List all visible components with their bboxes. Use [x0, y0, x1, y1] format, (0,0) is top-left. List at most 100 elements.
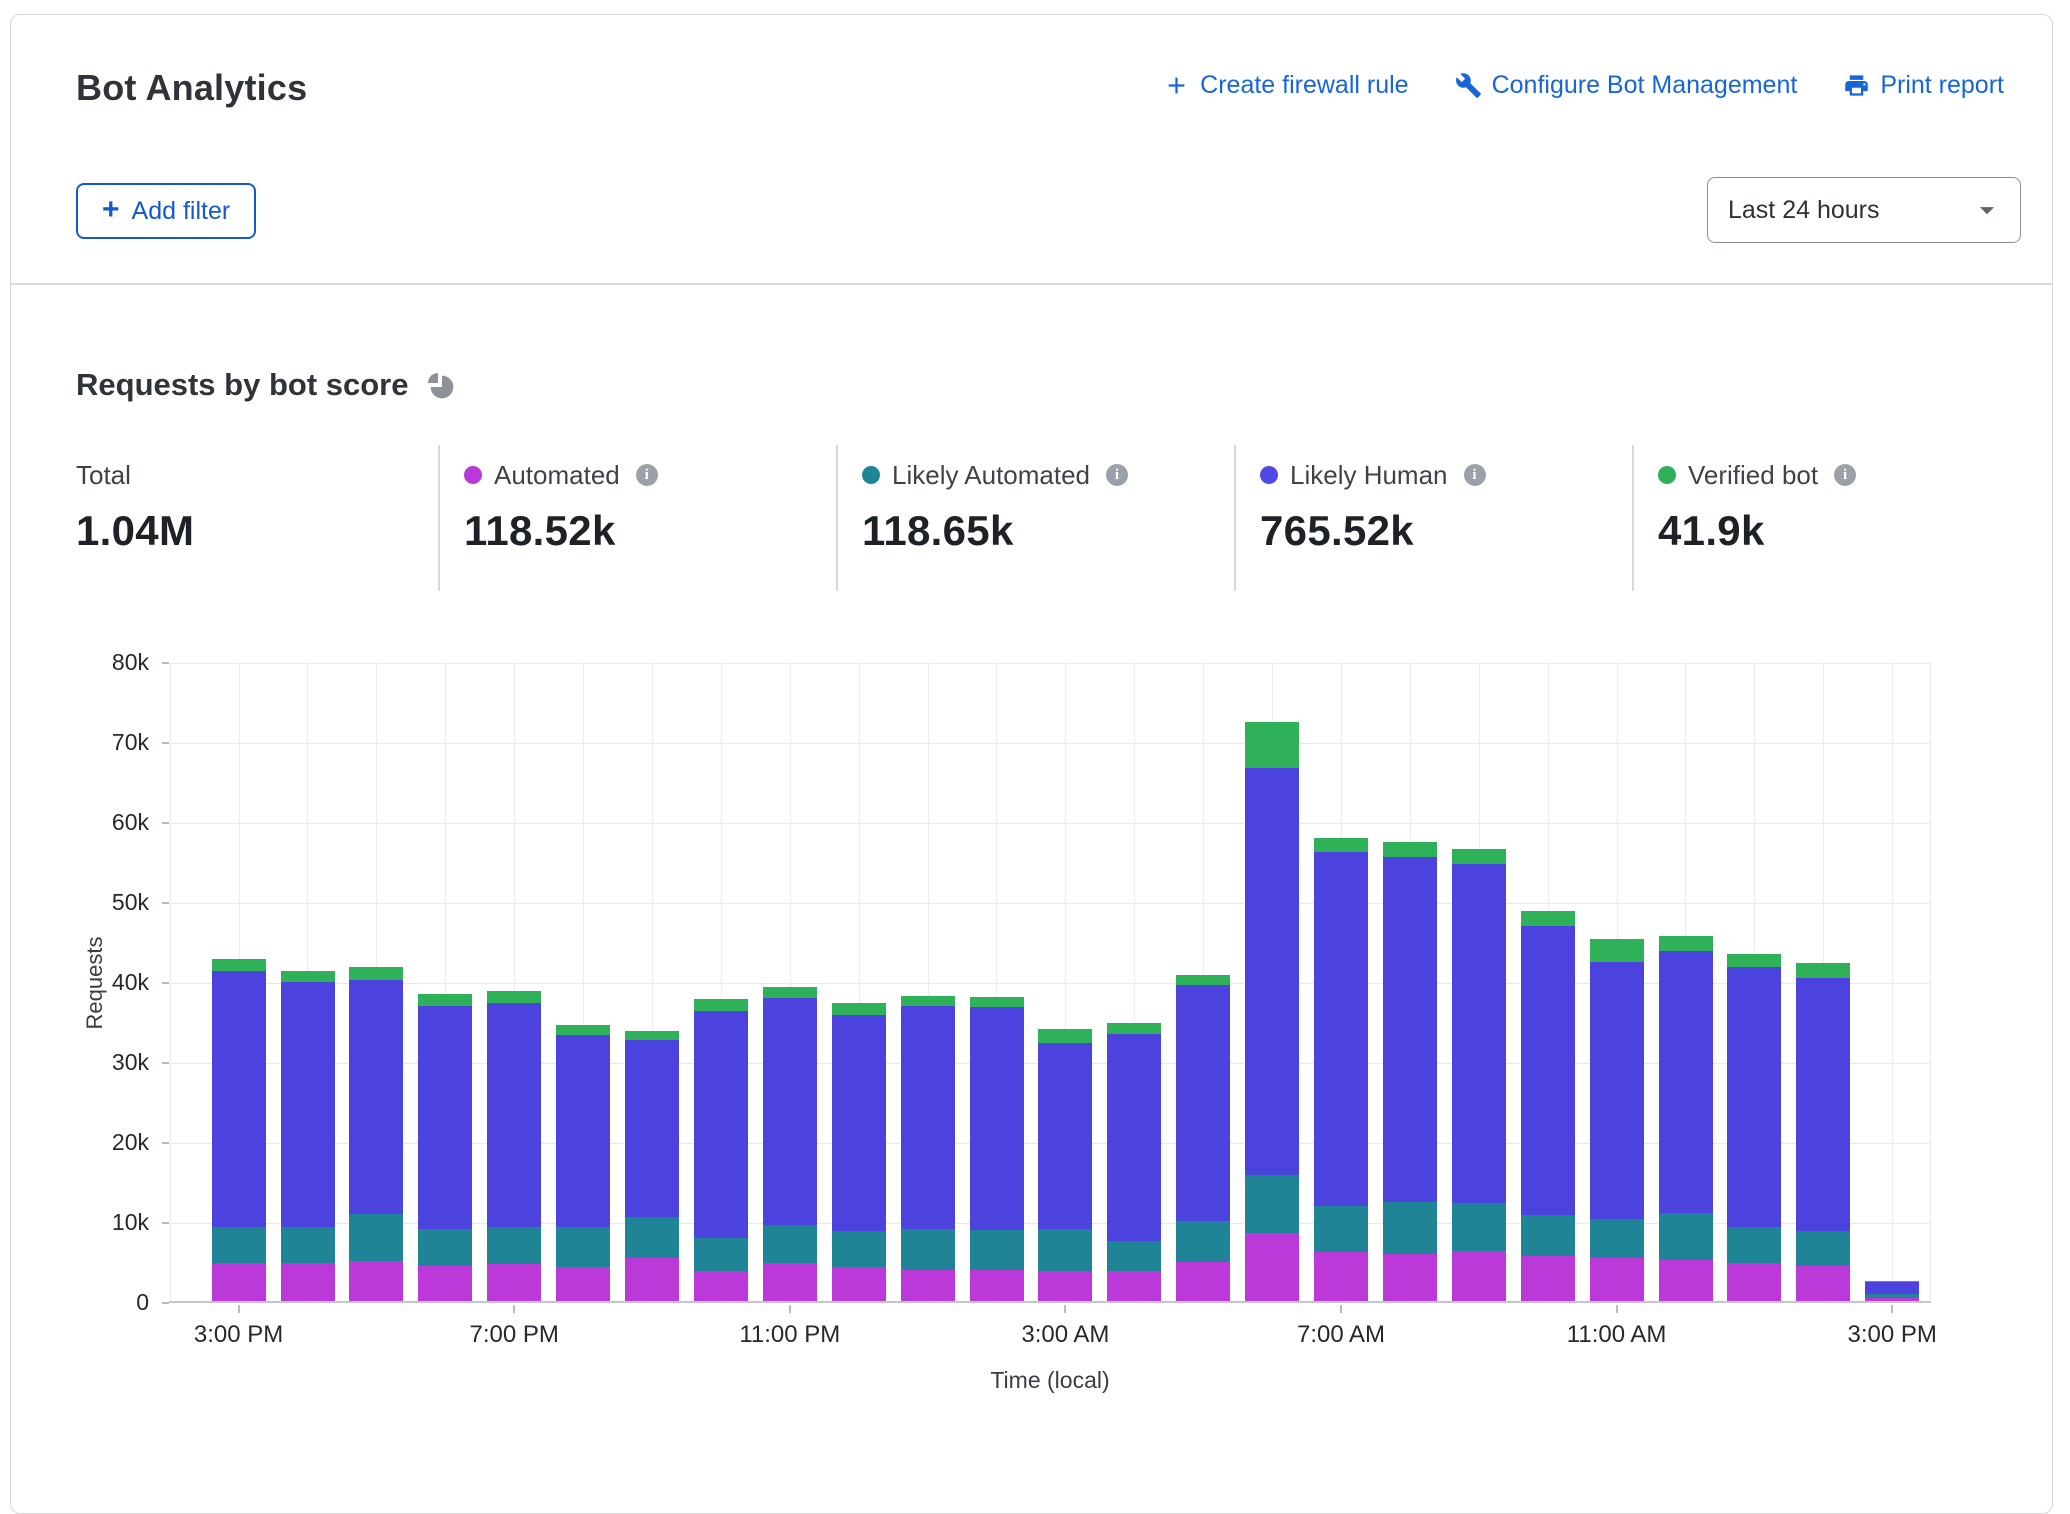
time-range-value: Last 24 hours [1728, 196, 1880, 225]
bar-900pm[interactable] [625, 1031, 679, 1301]
bar-700pm[interactable] [487, 991, 541, 1301]
stat-value: 765.52k [1260, 507, 1632, 555]
info-icon[interactable]: i [1464, 464, 1486, 486]
bar-segment-likely-human [418, 1006, 472, 1229]
stat-value: 1.04M [76, 507, 438, 555]
bar-segment-automated [1452, 1251, 1506, 1301]
bar-400pm[interactable] [281, 971, 335, 1301]
print-report-link[interactable]: Print report [1843, 71, 2004, 100]
x-tick-label: 3:00 PM [1812, 1321, 1972, 1349]
bar-segment-likely-human [970, 1007, 1024, 1229]
bar-segment-automated [625, 1258, 679, 1301]
bar-segment-likely-automated [1314, 1206, 1368, 1252]
bar-segment-verified-bot [832, 1003, 886, 1014]
bar-segment-automated [1659, 1260, 1713, 1301]
likely-human-legend-dot [1260, 466, 1278, 484]
configure-bot-management-label: Configure Bot Management [1492, 71, 1798, 100]
bar-segment-likely-human [1314, 852, 1368, 1206]
configure-bot-management-link[interactable]: Configure Bot Management [1455, 71, 1798, 100]
plus-icon: + [102, 195, 120, 225]
time-range-dropdown[interactable]: Last 24 hours [1707, 177, 2021, 243]
bar-1100am[interactable] [1590, 939, 1644, 1301]
info-icon[interactable]: i [636, 464, 658, 486]
y-tick-label: 70k [69, 729, 149, 756]
bar-segment-verified-bot [281, 971, 335, 982]
bar-300pm[interactable] [212, 959, 266, 1301]
bar-600pm[interactable] [418, 994, 472, 1301]
stat-total: Total 1.04M [76, 445, 438, 591]
bar-400am[interactable] [1107, 1023, 1161, 1301]
card-header: Bot Analytics Create firewall rule Confi… [11, 15, 2052, 283]
bar-100am[interactable] [901, 996, 955, 1301]
stat-value: 118.65k [862, 507, 1234, 555]
h-gridline [169, 823, 1930, 824]
bar-segment-likely-automated [1245, 1175, 1299, 1233]
bar-segment-verified-bot [349, 967, 403, 981]
bar-800pm[interactable] [556, 1025, 610, 1301]
bar-segment-likely-automated [970, 1230, 1024, 1270]
bar-200pm[interactable] [1796, 963, 1850, 1301]
bar-segment-likely-automated [212, 1227, 266, 1263]
bar-200am[interactable] [970, 997, 1024, 1301]
bar-segment-likely-automated [1452, 1203, 1506, 1250]
add-filter-label: Add filter [132, 197, 231, 226]
x-tick-label: 7:00 AM [1261, 1321, 1421, 1349]
plus-icon [1163, 72, 1190, 99]
y-tick-label: 60k [69, 809, 149, 836]
v-gridline [1892, 663, 1893, 1301]
stat-automated: Automated i 118.52k [438, 445, 836, 591]
bar-segment-likely-human [625, 1040, 679, 1217]
bar-segment-likely-automated [556, 1227, 610, 1267]
bar-1000am[interactable] [1521, 911, 1575, 1301]
bar-500pm[interactable] [349, 967, 403, 1301]
verified-bot-legend-dot [1658, 466, 1676, 484]
bar-segment-verified-bot [694, 999, 748, 1010]
bar-segment-automated [1796, 1266, 1850, 1301]
bar-300pm[interactable] [1865, 1281, 1919, 1301]
y-tick-mark [162, 1222, 169, 1224]
bar-600am[interactable] [1245, 722, 1299, 1301]
bar-segment-verified-bot [1038, 1029, 1092, 1043]
add-filter-button[interactable]: + Add filter [76, 183, 256, 239]
bar-1200pm[interactable] [1659, 936, 1713, 1301]
bar-segment-automated [487, 1264, 541, 1301]
bar-segment-likely-automated [1107, 1241, 1161, 1271]
bar-segment-likely-human [281, 982, 335, 1228]
bar-segment-automated [349, 1261, 403, 1301]
bar-100pm[interactable] [1727, 954, 1781, 1301]
bar-1200am[interactable] [832, 1003, 886, 1301]
bar-segment-likely-automated [1590, 1219, 1644, 1258]
x-tick-mark [1340, 1305, 1342, 1313]
bar-segment-automated [1521, 1256, 1575, 1301]
bar-1000pm[interactable] [694, 999, 748, 1301]
stat-value: 41.9k [1658, 507, 1972, 555]
stat-label: Likely Human [1290, 460, 1448, 491]
bar-700am[interactable] [1314, 838, 1368, 1301]
bar-500am[interactable] [1176, 975, 1230, 1301]
y-tick-label: 40k [69, 969, 149, 996]
bar-800am[interactable] [1383, 842, 1437, 1301]
info-icon[interactable]: i [1834, 464, 1856, 486]
bar-300am[interactable] [1038, 1029, 1092, 1301]
bar-segment-automated [1107, 1271, 1161, 1301]
x-tick-label: 3:00 PM [159, 1321, 319, 1349]
stat-likely-human: Likely Human i 765.52k [1234, 445, 1632, 591]
create-firewall-rule-label: Create firewall rule [1200, 71, 1408, 100]
bar-segment-verified-bot [625, 1031, 679, 1040]
bar-segment-likely-automated [349, 1214, 403, 1261]
x-tick-label: 7:00 PM [434, 1321, 594, 1349]
bar-segment-automated [281, 1263, 335, 1301]
h-gridline [169, 663, 1930, 664]
bar-1100pm[interactable] [763, 987, 817, 1301]
bar-segment-automated [1314, 1252, 1368, 1301]
info-icon[interactable]: i [1106, 464, 1128, 486]
y-tick-mark [162, 822, 169, 824]
x-tick-mark [1891, 1305, 1893, 1313]
section-title: Requests by bot score [76, 367, 408, 403]
create-firewall-rule-link[interactable]: Create firewall rule [1163, 71, 1408, 100]
bar-segment-likely-human [901, 1006, 955, 1228]
bar-segment-verified-bot [1590, 939, 1644, 962]
stat-value: 118.52k [464, 507, 836, 555]
h-gridline [169, 743, 1930, 744]
bar-900am[interactable] [1452, 849, 1506, 1301]
